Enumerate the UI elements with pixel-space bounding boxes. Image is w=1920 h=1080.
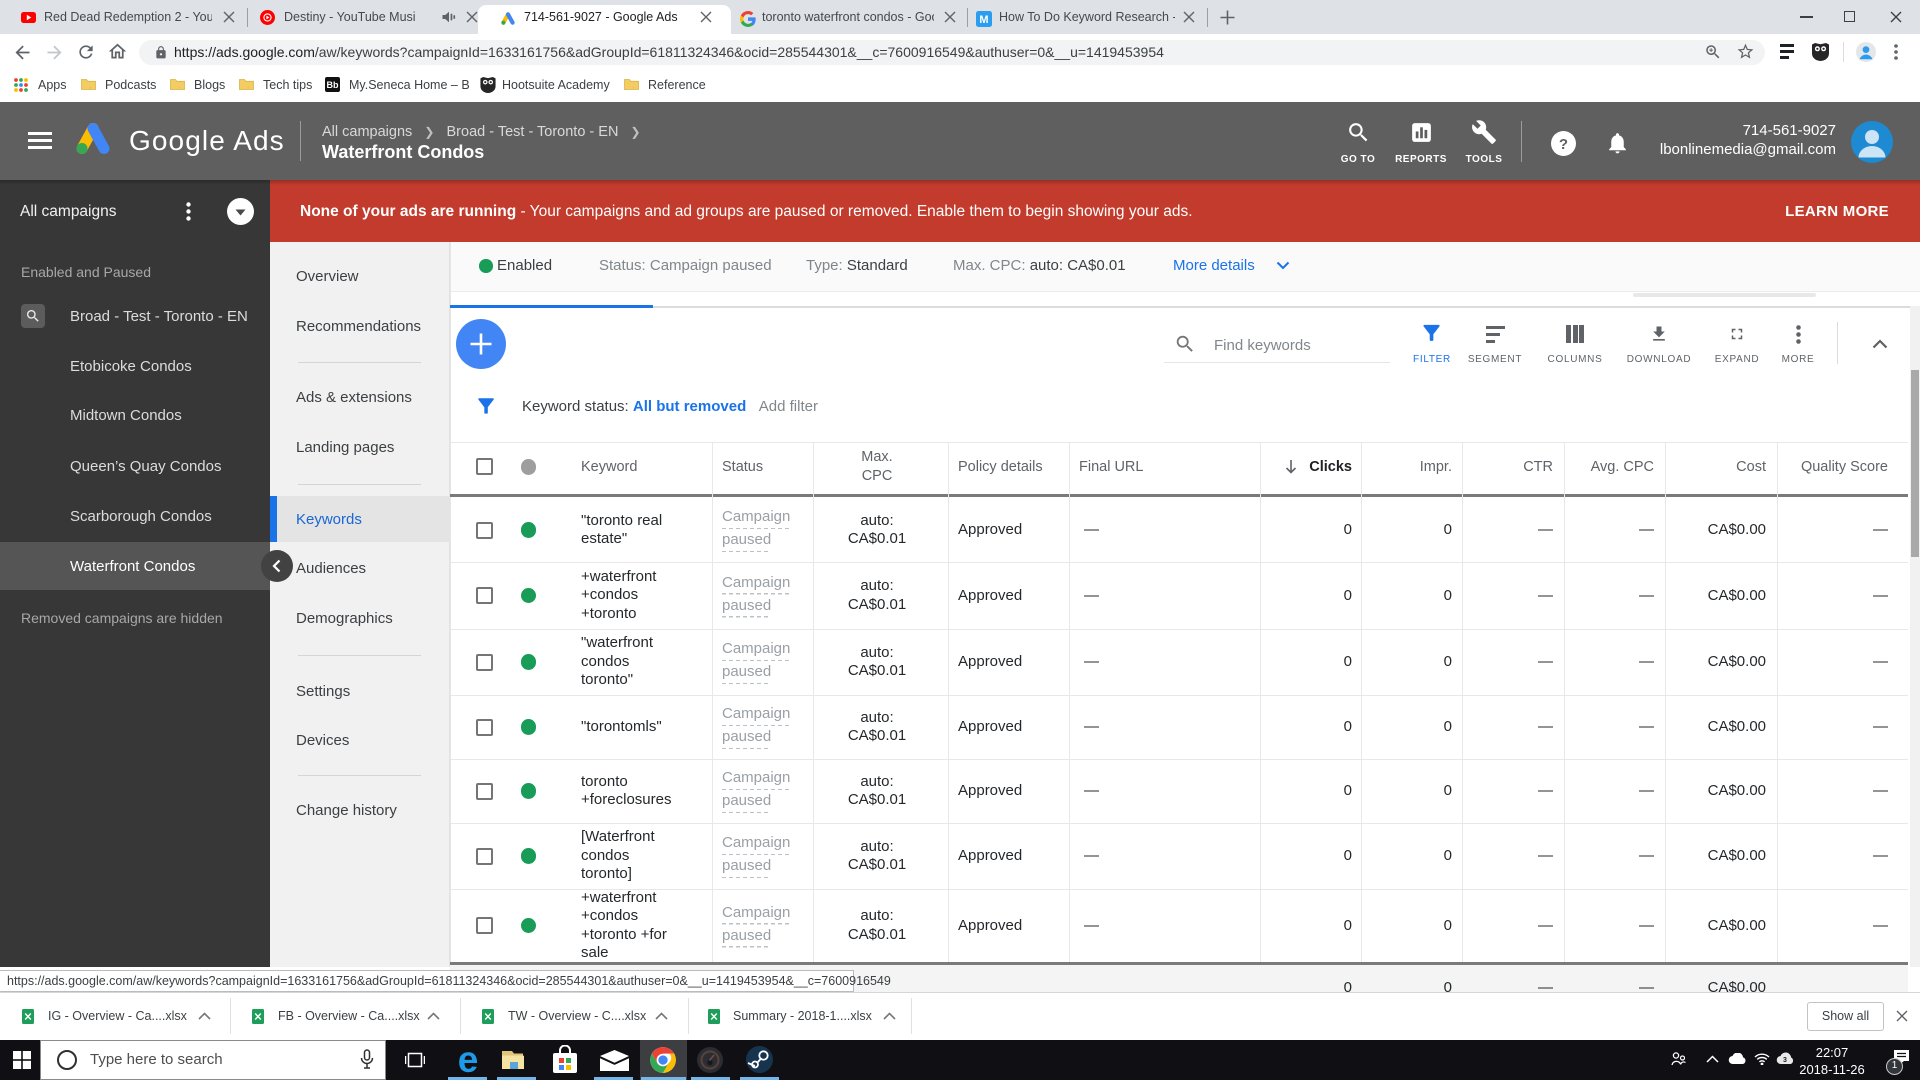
svg-text:Bb: Bb xyxy=(327,80,339,90)
svg-text:M: M xyxy=(979,14,988,26)
